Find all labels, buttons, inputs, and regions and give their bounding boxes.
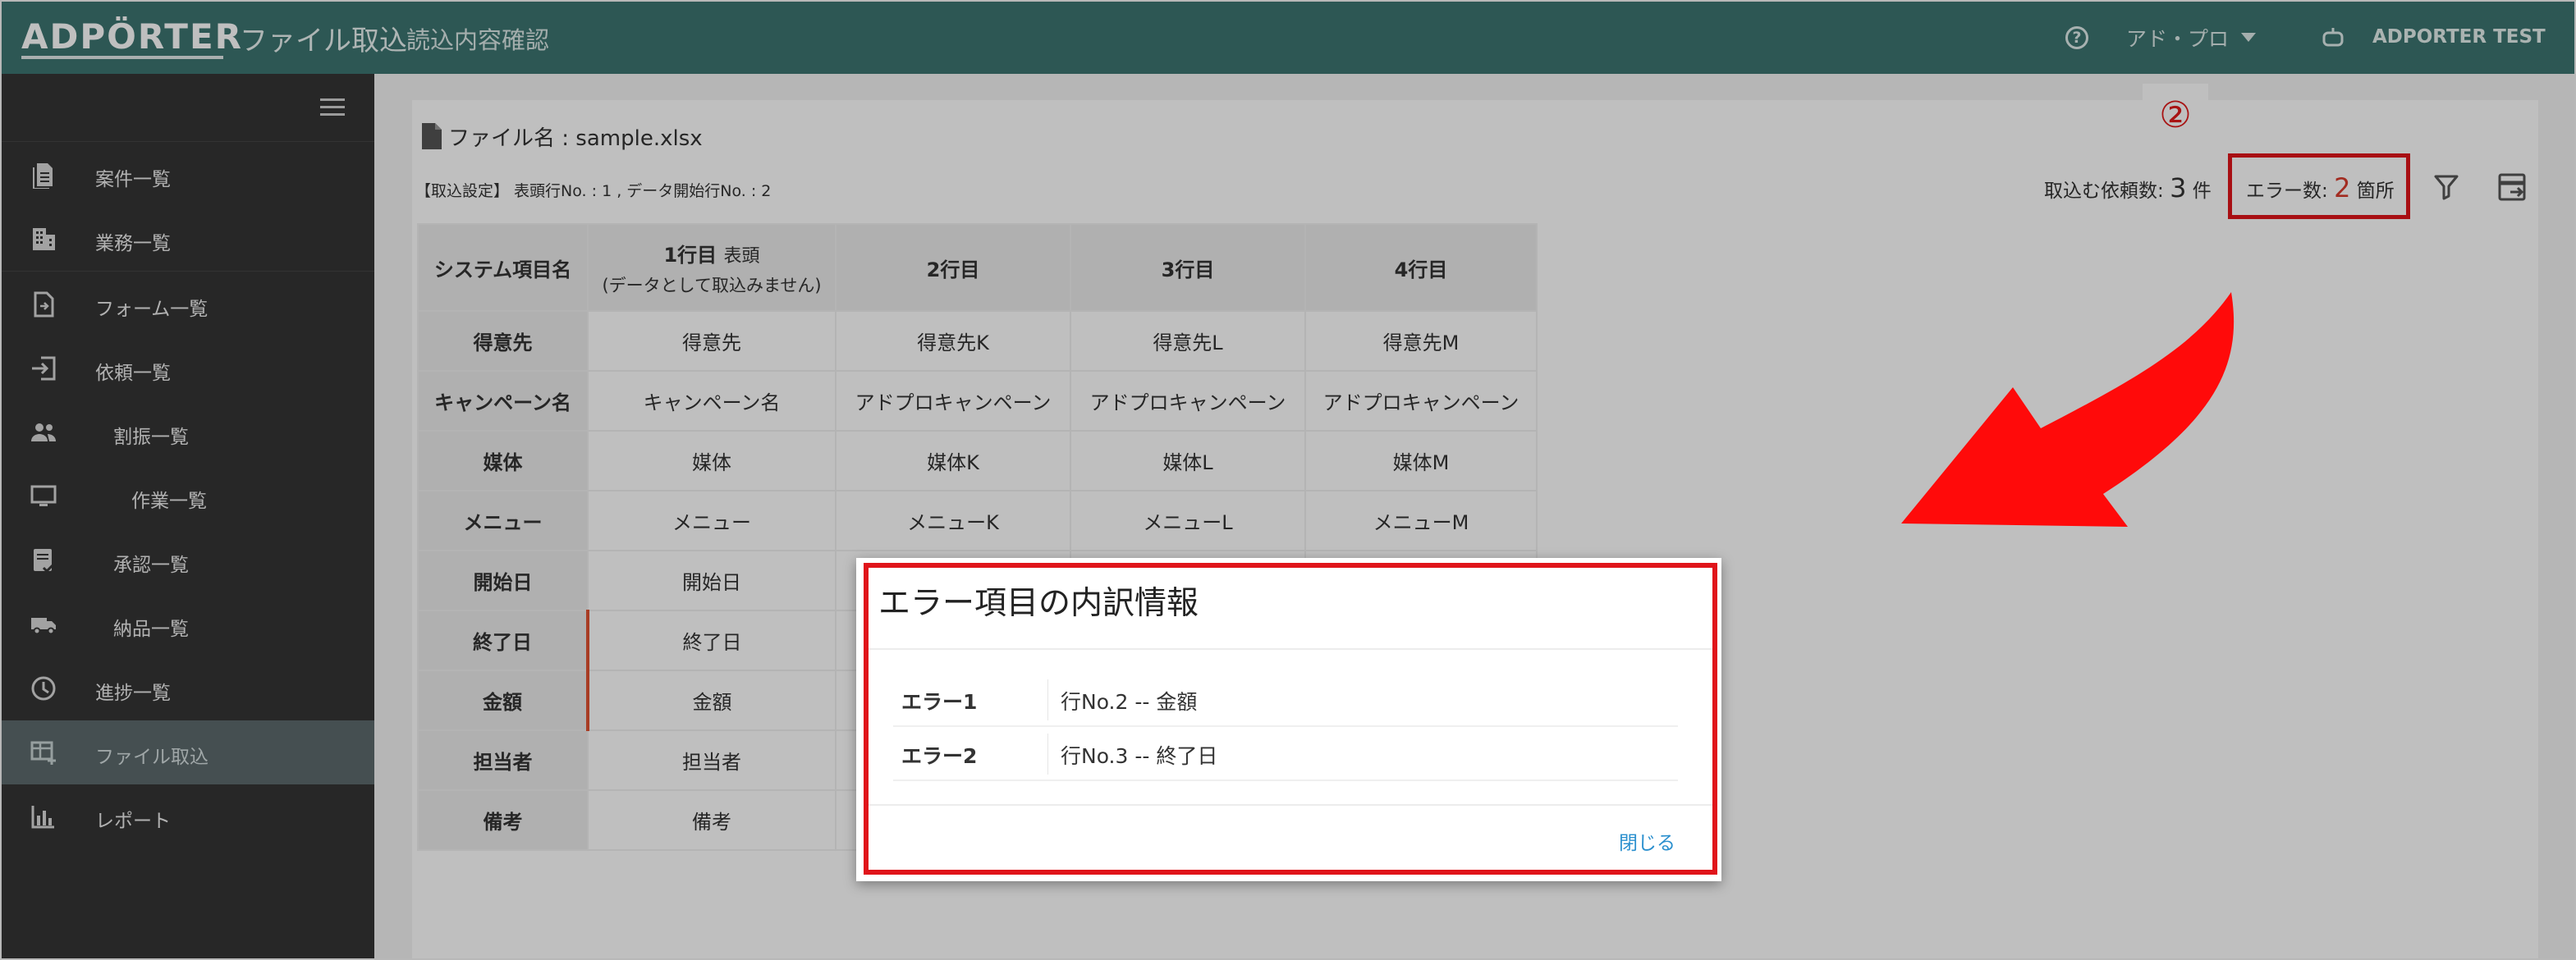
error-detail: 行No.2 -- 金額 bbox=[1061, 690, 1198, 714]
error-label: エラー1 bbox=[901, 690, 978, 714]
dialog-footer-divider bbox=[869, 804, 1712, 806]
error-list-item: エラー2 行No.3 -- 終了日 bbox=[893, 727, 1678, 781]
app-window: ADPÖRTER ファイル取込 読込内容確認 ? アド・プロ ADPORTER … bbox=[0, 0, 2576, 960]
column-divider bbox=[1047, 734, 1048, 775]
close-button[interactable]: 閉じる bbox=[1619, 827, 1675, 855]
error-detail: 行No.3 -- 終了日 bbox=[1061, 744, 1218, 768]
error-label: エラー2 bbox=[901, 744, 978, 768]
annotation-arrow bbox=[1901, 292, 2235, 527]
dialog-title: エラー項目の内訳情報 bbox=[878, 585, 1199, 622]
dialog-divider bbox=[869, 648, 1712, 650]
column-divider bbox=[1047, 679, 1048, 720]
error-list-item: エラー1 行No.2 -- 金額 bbox=[893, 673, 1678, 727]
